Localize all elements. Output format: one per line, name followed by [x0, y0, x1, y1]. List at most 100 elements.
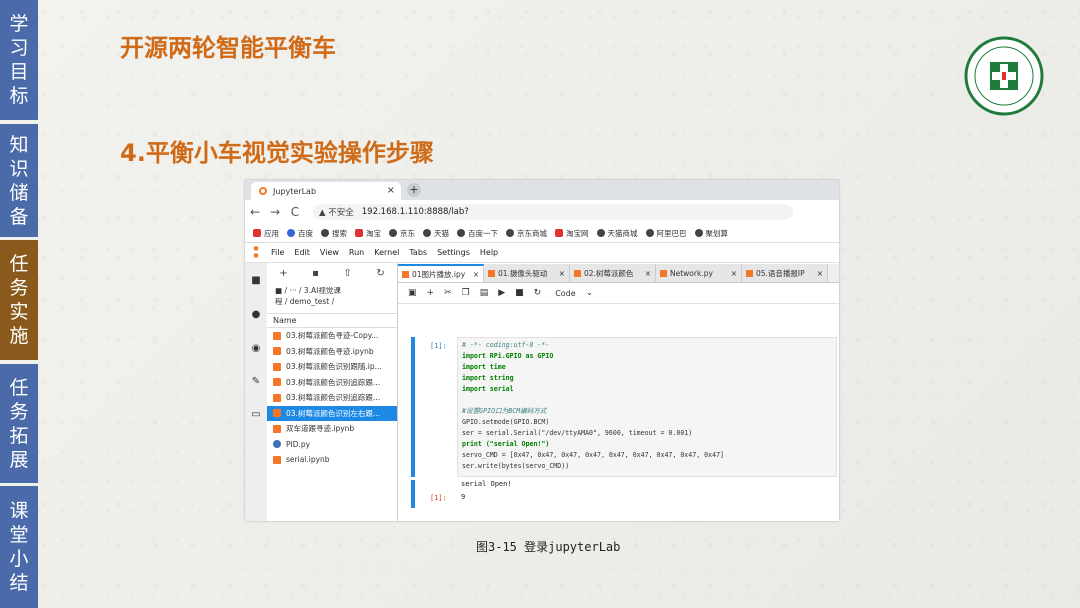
nav-item[interactable]: 知识储备: [0, 124, 38, 237]
refresh-icon[interactable]: ↻: [376, 268, 384, 279]
reload-icon[interactable]: C: [285, 205, 305, 219]
bookmark-item[interactable]: 京东商城: [506, 228, 547, 239]
menu-help[interactable]: Help: [480, 248, 498, 257]
forward-icon[interactable]: →: [265, 205, 285, 219]
file-item[interactable]: 03.树莓派颜色寻迹-Copy...: [267, 328, 397, 344]
palette-icon[interactable]: ◉: [250, 343, 262, 355]
code-line: import string: [462, 374, 514, 382]
menu-settings[interactable]: Settings: [437, 248, 470, 257]
bookmark-item[interactable]: 搜索: [321, 228, 347, 239]
address-bar[interactable]: ▲ 不安全 192.168.1.110:8888/lab?: [313, 204, 793, 220]
document-tab[interactable]: Network.py ×: [656, 264, 742, 282]
new-launcher-icon[interactable]: +: [279, 268, 287, 279]
bookmark-item[interactable]: 天猫: [423, 228, 449, 239]
security-warning[interactable]: ▲ 不安全: [319, 206, 354, 218]
bookmark-label: 天猫商城: [607, 228, 638, 238]
folder-icon[interactable]: ■: [250, 275, 262, 287]
bookmark-item[interactable]: 阿里巴巴: [645, 228, 687, 239]
menu-view[interactable]: View: [320, 248, 339, 257]
new-folder-icon[interactable]: ▪: [312, 268, 319, 279]
upload-icon[interactable]: ⇧: [343, 268, 351, 279]
slide-title: 开源两轮智能平衡车: [120, 34, 336, 62]
close-tab-icon[interactable]: ×: [387, 185, 395, 196]
file-name: 03.树莓派颜色识别跟随.ip...: [286, 362, 382, 372]
cell-type-select[interactable]: Code: [555, 289, 575, 298]
bookmark-item[interactable]: 淘宝: [355, 228, 381, 239]
menu-edit[interactable]: Edit: [294, 248, 310, 257]
close-icon[interactable]: ×: [645, 269, 651, 278]
insert-cell-icon[interactable]: +: [427, 288, 435, 298]
notebook-icon: [273, 331, 281, 340]
new-tab-button[interactable]: +: [407, 183, 421, 197]
document-tab[interactable]: 01.摄像头驱动 ×: [484, 264, 570, 282]
run-icon[interactable]: ▶: [498, 288, 505, 298]
cut-icon[interactable]: ✂: [444, 288, 452, 298]
file-item[interactable]: 03.树莓派颜色识别追踪跟...: [267, 390, 397, 406]
menu-kernel[interactable]: Kernel: [374, 248, 399, 257]
menu-run[interactable]: Run: [349, 248, 364, 257]
document-tab[interactable]: 05.语音播报IP ×: [742, 264, 828, 282]
bookmark-item[interactable]: 应用: [253, 228, 279, 239]
breadcrumb[interactable]: ■ / ··· / 3.AI视觉课 程 / demo_test /: [267, 283, 397, 309]
close-icon[interactable]: ×: [473, 270, 479, 279]
bookmark-item[interactable]: 百度一下: [457, 228, 498, 239]
nav-item-char: 实: [9, 301, 29, 323]
code-line: GPIO.setmode(GPIO.BCM): [462, 418, 550, 426]
document-tab-label: 05.语音播报IP: [756, 268, 805, 278]
chevron-down-icon[interactable]: ⌄: [586, 288, 594, 298]
copy-icon[interactable]: ❐: [462, 288, 470, 298]
nav-item-char: 拓: [9, 424, 29, 447]
close-icon[interactable]: ×: [731, 269, 737, 278]
browser-tab-title: JupyterLab: [273, 186, 317, 196]
close-icon[interactable]: ×: [817, 269, 823, 278]
bookmark-icon: [457, 229, 465, 237]
bookmark-label: 百度一下: [468, 228, 498, 238]
file-item[interactable]: 03.树莓派颜色识别追踪跟...: [267, 375, 397, 391]
stop-icon[interactable]: ■: [515, 288, 524, 298]
file-item[interactable]: PID.py: [267, 437, 397, 453]
file-item[interactable]: 03.树莓派颜色寻迹.ipynb: [267, 344, 397, 360]
file-item[interactable]: 双车道跟寻迹.ipynb: [267, 421, 397, 437]
column-header-name[interactable]: Name: [267, 313, 397, 328]
breadcrumb-line: ■ / ··· / 3.AI视觉课: [275, 286, 341, 295]
nav-item[interactable]: 学习目标: [0, 0, 38, 120]
bookmark-item[interactable]: 百度: [287, 228, 313, 239]
document-tab[interactable]: 02.树莓派颜色 ×: [570, 264, 656, 282]
running-icon[interactable]: ●: [250, 309, 262, 321]
bookmark-icon: [423, 229, 431, 237]
code-line: #设置GPIO口为BCM编码方式: [462, 407, 547, 415]
left-navigation: 学习目标知识储备任务实施任务拓展课堂小结: [0, 0, 38, 608]
notebook-icon: [488, 269, 495, 277]
back-icon[interactable]: ←: [245, 205, 265, 219]
code-line: import time: [462, 363, 506, 371]
jupyter-left-sidebar: ■ ● ◉ ✎ ▭: [245, 263, 268, 521]
file-item[interactable]: serial.ipynb: [267, 452, 397, 468]
bookmark-label: 淘宝网: [566, 228, 589, 238]
wrench-icon[interactable]: ✎: [250, 376, 262, 388]
bookmark-item[interactable]: 淘宝网: [555, 228, 589, 239]
file-item[interactable]: 03.树莓派颜色识别左右跟...: [267, 405, 397, 421]
input-prompt: [1]:: [430, 342, 447, 350]
bookmark-item[interactable]: 京东: [389, 228, 415, 239]
browser-tab[interactable]: JupyterLab ×: [251, 182, 401, 200]
close-icon[interactable]: ×: [559, 269, 565, 278]
paste-icon[interactable]: ▤: [480, 288, 489, 298]
nav-item-char: 储: [9, 181, 29, 204]
save-icon[interactable]: ▣: [408, 288, 417, 298]
file-name: PID.py: [286, 439, 311, 449]
active-cell-indicator: [411, 337, 415, 477]
menu-tabs[interactable]: Tabs: [409, 248, 427, 257]
nav-item[interactable]: 课堂小结: [0, 486, 38, 608]
nav-item[interactable]: 任务拓展: [0, 364, 38, 483]
code-cell[interactable]: # -*- coding:utf-8 -*- import RPi.GPIO as…: [457, 337, 837, 477]
document-tab[interactable]: 01图片播放.ipy ×: [398, 264, 484, 282]
bookmark-item[interactable]: 天猫商城: [596, 228, 638, 239]
bookmark-item[interactable]: 聚划算: [694, 228, 728, 239]
restart-icon[interactable]: ↻: [534, 288, 542, 298]
nav-item[interactable]: 任务实施: [0, 240, 38, 360]
tabs-icon[interactable]: ▭: [250, 409, 262, 421]
document-tab-label: 01图片播放.ipy: [412, 269, 466, 279]
menu-file[interactable]: File: [271, 248, 284, 257]
file-item[interactable]: 03.树莓派颜色识别跟随.ip...: [267, 359, 397, 375]
